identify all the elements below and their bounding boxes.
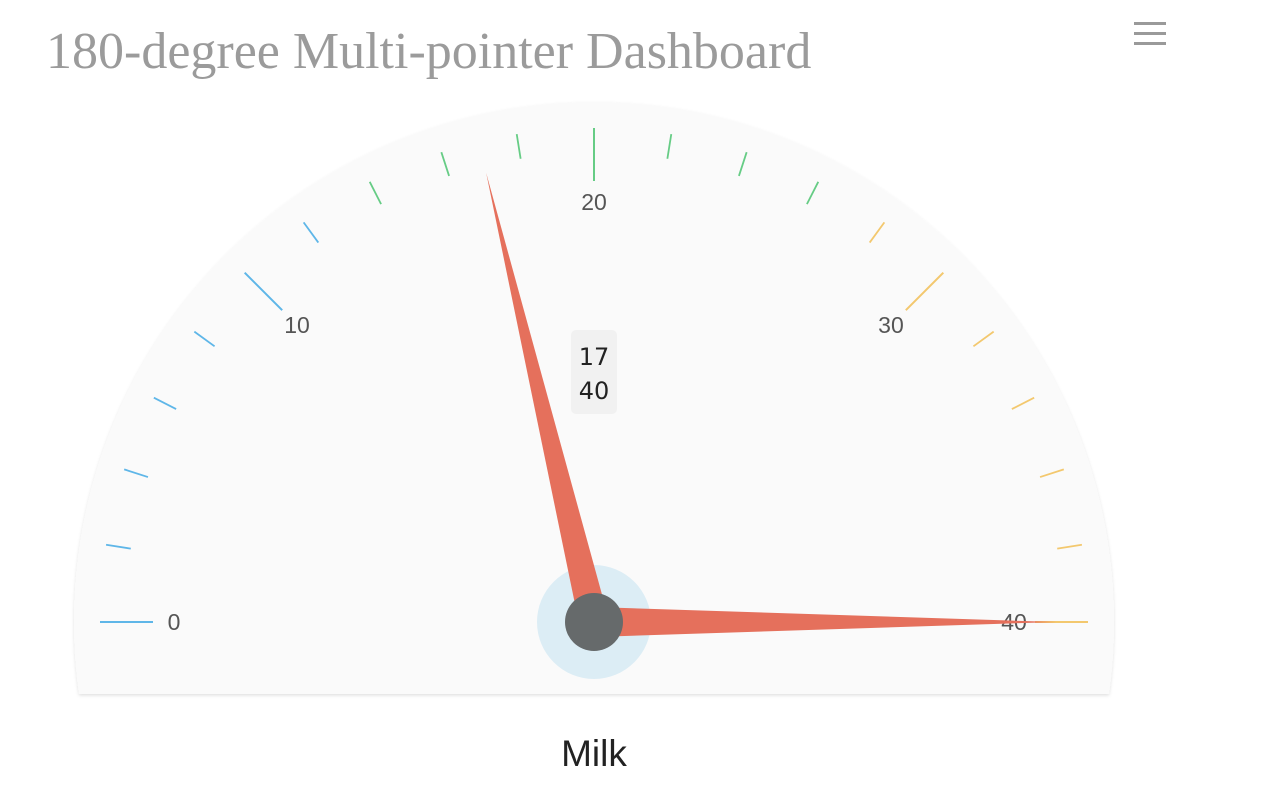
value-label-box: 17 40: [571, 330, 617, 414]
tick-label: 20: [581, 189, 607, 215]
series-name-label: Milk: [561, 733, 627, 774]
gauge-hub: [565, 593, 623, 651]
pointer-value-label: 17: [579, 343, 610, 371]
tick-label: 30: [878, 312, 904, 338]
gauge-chart: 0 10 20 30 40 17 40 Milk: [73, 101, 1114, 774]
tick-label: 0: [168, 609, 181, 635]
tick-label: 10: [284, 312, 310, 338]
pointer-value-label: 40: [579, 377, 610, 405]
